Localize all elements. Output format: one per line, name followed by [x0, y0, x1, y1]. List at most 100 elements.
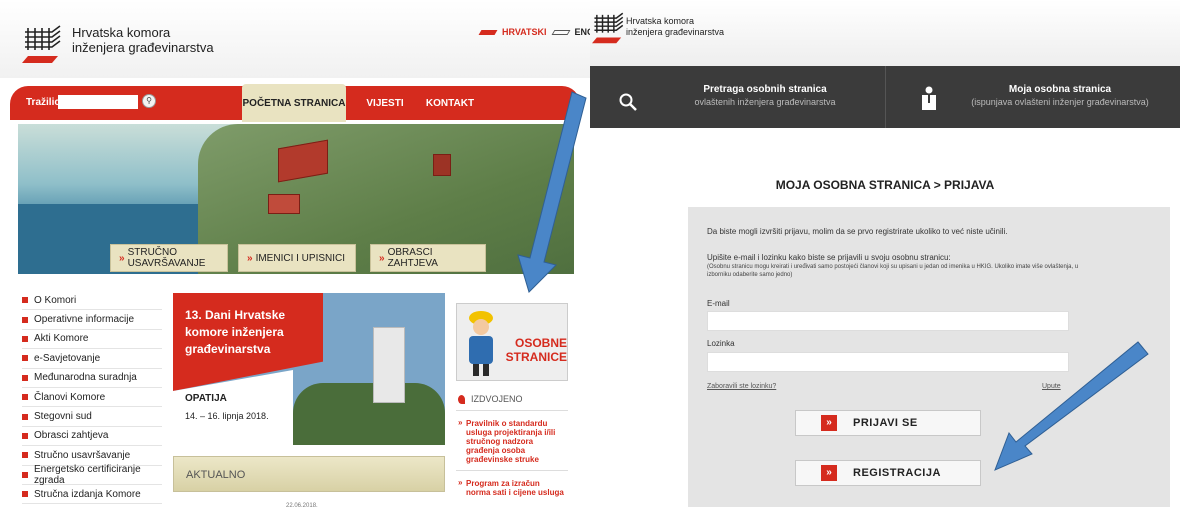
- featured-list: Pravilnik o standardu usluga projektiran…: [456, 410, 568, 503]
- bar-divider: [885, 66, 886, 128]
- featured-link[interactable]: Program za izračun norma sati i cijene u…: [456, 470, 568, 503]
- banner-building: [268, 194, 300, 214]
- hkig-logo-icon[interactable]: [592, 10, 626, 44]
- org-name-line1: Hrvatska komora: [72, 25, 171, 40]
- izdvojeno-header: IZDVOJENO: [458, 394, 523, 404]
- flag-mark-icon: [478, 29, 498, 35]
- sidebar-item[interactable]: Stručna izdanja Komore: [22, 485, 162, 505]
- org-name-line2: inženjera građevinarstva: [72, 40, 214, 55]
- quick-link-strucno[interactable]: » STRUČNO USAVRŠAVANJE: [110, 244, 228, 272]
- page-title: MOJA OSOBNA STRANICA > PRIJAVA: [775, 178, 995, 192]
- sidebar-item-label: Energetsko certificiranje zgrada: [34, 463, 141, 486]
- org-name-line2: inženjera građevinarstva: [626, 27, 725, 37]
- sidebar-menu: O Komori Operativne informacije Akti Kom…: [22, 291, 162, 505]
- right-header: Hrvatska komora inženjera građevinarstva: [590, 0, 1180, 66]
- double-chevron-icon: »: [821, 415, 837, 431]
- sidebar-item[interactable]: Akti Komore: [22, 330, 162, 350]
- promo-trees: [293, 383, 445, 445]
- bullet-icon: [22, 335, 28, 342]
- bullet-icon: [22, 355, 28, 362]
- hkig-logo-icon[interactable]: [22, 22, 64, 64]
- search-personal-pages-link[interactable]: Pretraga osobnih stranica ovlaštenih inž…: [650, 84, 880, 108]
- sidebar-item-label: Akti Komore: [34, 333, 89, 345]
- bullet-icon: [22, 316, 28, 323]
- bar-my-sub: (ispunjava ovlašteni inženjer građevinar…: [971, 97, 1149, 107]
- osobne-stranice-banner[interactable]: OSOBNE STRANICE: [456, 303, 568, 381]
- sidebar-item[interactable]: O Komori: [22, 291, 162, 311]
- pin-icon: [458, 394, 465, 404]
- sidebar-item[interactable]: Međunarodna suradnja: [22, 369, 162, 388]
- event-promo-card[interactable]: 13. Dani Hrvatske komore inženjera građe…: [173, 293, 445, 445]
- note-text: (Osobnu stranicu mogu kreirati i uređiva…: [707, 264, 1079, 278]
- sidebar-item[interactable]: Obrasci zahtjeva: [22, 427, 162, 447]
- quick-link-obrasci[interactable]: » OBRASCI ZAHTJEVA: [370, 244, 486, 272]
- osobne-line2: STRANICE: [505, 350, 567, 364]
- login-button[interactable]: » PRIJAVI SE: [795, 410, 981, 436]
- engineer-icon: [469, 311, 493, 376]
- password-label: Lozinka: [707, 339, 735, 348]
- person-icon[interactable]: [920, 86, 938, 110]
- personal-pages-bar: Pretraga osobnih stranica ovlaštenih inž…: [590, 66, 1180, 128]
- aktualno-title: AKTUALNO: [186, 469, 246, 481]
- banner-building: [433, 154, 451, 176]
- help-link[interactable]: Upute: [1042, 383, 1061, 390]
- right-screenshot-panel: Hrvatska komora inženjera građevinarstva…: [590, 0, 1180, 512]
- nav-news[interactable]: VIJESTI: [355, 86, 415, 120]
- my-personal-page-link[interactable]: Moja osobna stranica (ispunjava ovlašten…: [940, 84, 1180, 108]
- lang-en-link[interactable]: ENGLISH: [575, 27, 590, 37]
- org-name: Hrvatska komora inženjera građevinarstva: [626, 16, 724, 38]
- bullet-icon: [22, 491, 28, 498]
- aktualno-header: AKTUALNO: [173, 456, 445, 492]
- sidebar-item-label: O Komori: [34, 294, 77, 306]
- nav-contact[interactable]: KONTAKT: [415, 86, 485, 120]
- password-field[interactable]: [707, 352, 1069, 372]
- org-name-line1: Hrvatska komora: [626, 16, 695, 26]
- sidebar-item-label: Stegovni sud: [34, 411, 92, 423]
- quick-link-label: IMENICI I UPISNICI: [255, 252, 346, 264]
- double-chevron-icon: »: [821, 465, 837, 481]
- quick-link-imenici[interactable]: » IMENICI I UPISNICI: [238, 244, 356, 272]
- main-nav: Tražilica ⚲ POČETNA STRANICA VIJESTI KON…: [10, 84, 580, 122]
- bullet-icon: [22, 413, 28, 420]
- sidebar-item[interactable]: Članovi Komore: [22, 388, 162, 408]
- sidebar-item-label: Obrasci zahtjeva: [34, 430, 109, 442]
- sidebar-item[interactable]: e-Savjetovanje: [22, 349, 162, 369]
- promo-title: 13. Dani Hrvatske komore inženjera građe…: [185, 308, 286, 356]
- register-button-label: REGISTRACIJA: [853, 467, 941, 479]
- izdvojeno-title: IZDVOJENO: [471, 394, 523, 404]
- email-label: E-mail: [707, 299, 730, 308]
- sidebar-item[interactable]: Stručno usavršavanje: [22, 446, 162, 466]
- bullet-icon: [22, 394, 28, 401]
- quick-link-label: STRUČNO USAVRŠAVANJE: [127, 247, 206, 269]
- bullet-icon: [22, 471, 28, 478]
- promo-hotel: [373, 327, 405, 403]
- email-field[interactable]: [707, 311, 1069, 331]
- login-button-label: PRIJAVI SE: [853, 417, 918, 429]
- aktualno-date: 22.06.2018.: [286, 503, 318, 509]
- chevron-icon: »: [247, 252, 253, 264]
- register-button[interactable]: » REGISTRACIJA: [795, 460, 981, 486]
- search-input[interactable]: [58, 95, 138, 109]
- promo-city: OPATIJA: [185, 393, 227, 404]
- chevron-icon: »: [119, 252, 125, 264]
- chevron-icon: »: [379, 252, 385, 264]
- nav-home[interactable]: POČETNA STRANICA: [242, 84, 346, 122]
- sidebar-item[interactable]: Energetsko certificiranje zgrada: [22, 463, 162, 486]
- lang-hr-link[interactable]: HRVATSKI: [502, 27, 547, 37]
- sidebar-item[interactable]: Stegovni sud: [22, 407, 162, 427]
- sidebar-item-label: e-Savjetovanje: [34, 352, 101, 364]
- bullet-icon: [22, 432, 28, 439]
- quick-link-label: OBRASCI ZAHTJEVA: [387, 247, 438, 269]
- bullet-icon: [22, 452, 28, 459]
- featured-link[interactable]: Pravilnik o standardu usluga projektiran…: [456, 410, 568, 470]
- sidebar-item-label: Stručno usavršavanje: [34, 449, 131, 461]
- forgot-password-link[interactable]: Zaboravili ste lozinku?: [707, 383, 776, 390]
- search-icon[interactable]: ⚲: [142, 94, 156, 108]
- org-name: Hrvatska komora inženjera građevinarstva: [72, 25, 214, 55]
- sidebar-item-label: Stručna izdanja Komore: [34, 488, 141, 500]
- bullet-icon: [22, 374, 28, 381]
- search-icon[interactable]: [618, 92, 638, 112]
- sidebar-item-label: Operativne informacije: [34, 314, 135, 326]
- sidebar-item-label: Članovi Komore: [34, 391, 106, 403]
- sidebar-item[interactable]: Operativne informacije: [22, 310, 162, 330]
